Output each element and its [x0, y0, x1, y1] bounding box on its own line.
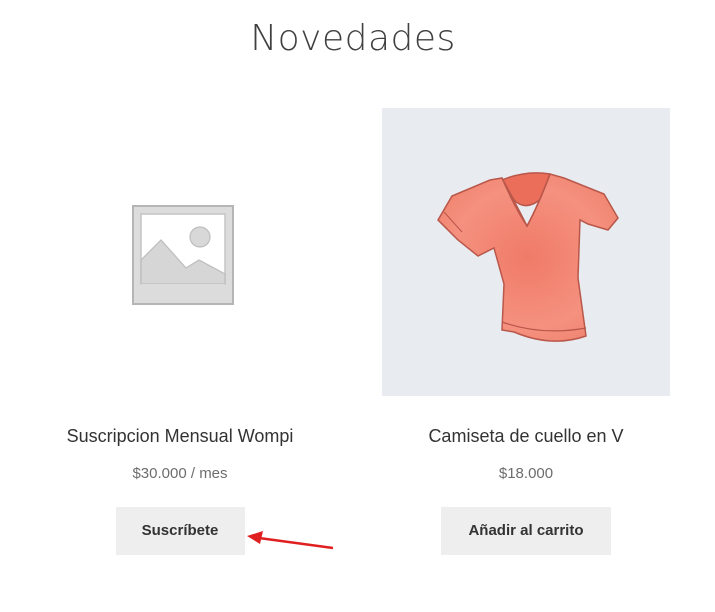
product-title-text[interactable]: Suscripcion Mensual Wompi: [67, 426, 294, 446]
vneck-tshirt-image: [437, 172, 619, 342]
product-image-link[interactable]: [36, 108, 324, 396]
placeholder-image-icon: [132, 205, 234, 305]
product-title[interactable]: Camiseta de cuello en V: [382, 426, 670, 447]
product-card-subscription: Suscripcion Mensual Wompi $30.000 / mes …: [36, 108, 324, 555]
add-to-cart-button[interactable]: Añadir al carrito: [441, 507, 611, 555]
product-title-text[interactable]: Camiseta de cuello en V: [428, 426, 623, 446]
section-title: Novedades: [250, 18, 456, 59]
product-image-link[interactable]: [382, 108, 670, 396]
product-price: $30.000 / mes: [36, 465, 324, 482]
product-card-tshirt: Camiseta de cuello en V $18.000 Añadir a…: [382, 108, 670, 555]
price-amount: $30.000: [132, 465, 187, 482]
product-title[interactable]: Suscripcion Mensual Wompi: [36, 426, 324, 447]
product-price: $18.000: [382, 465, 670, 482]
price-suffix: / mes: [186, 465, 228, 482]
red-arrow-annotation-icon: [247, 531, 334, 550]
price-amount: $18.000: [498, 465, 554, 482]
subscribe-button[interactable]: Suscríbete: [115, 507, 245, 555]
